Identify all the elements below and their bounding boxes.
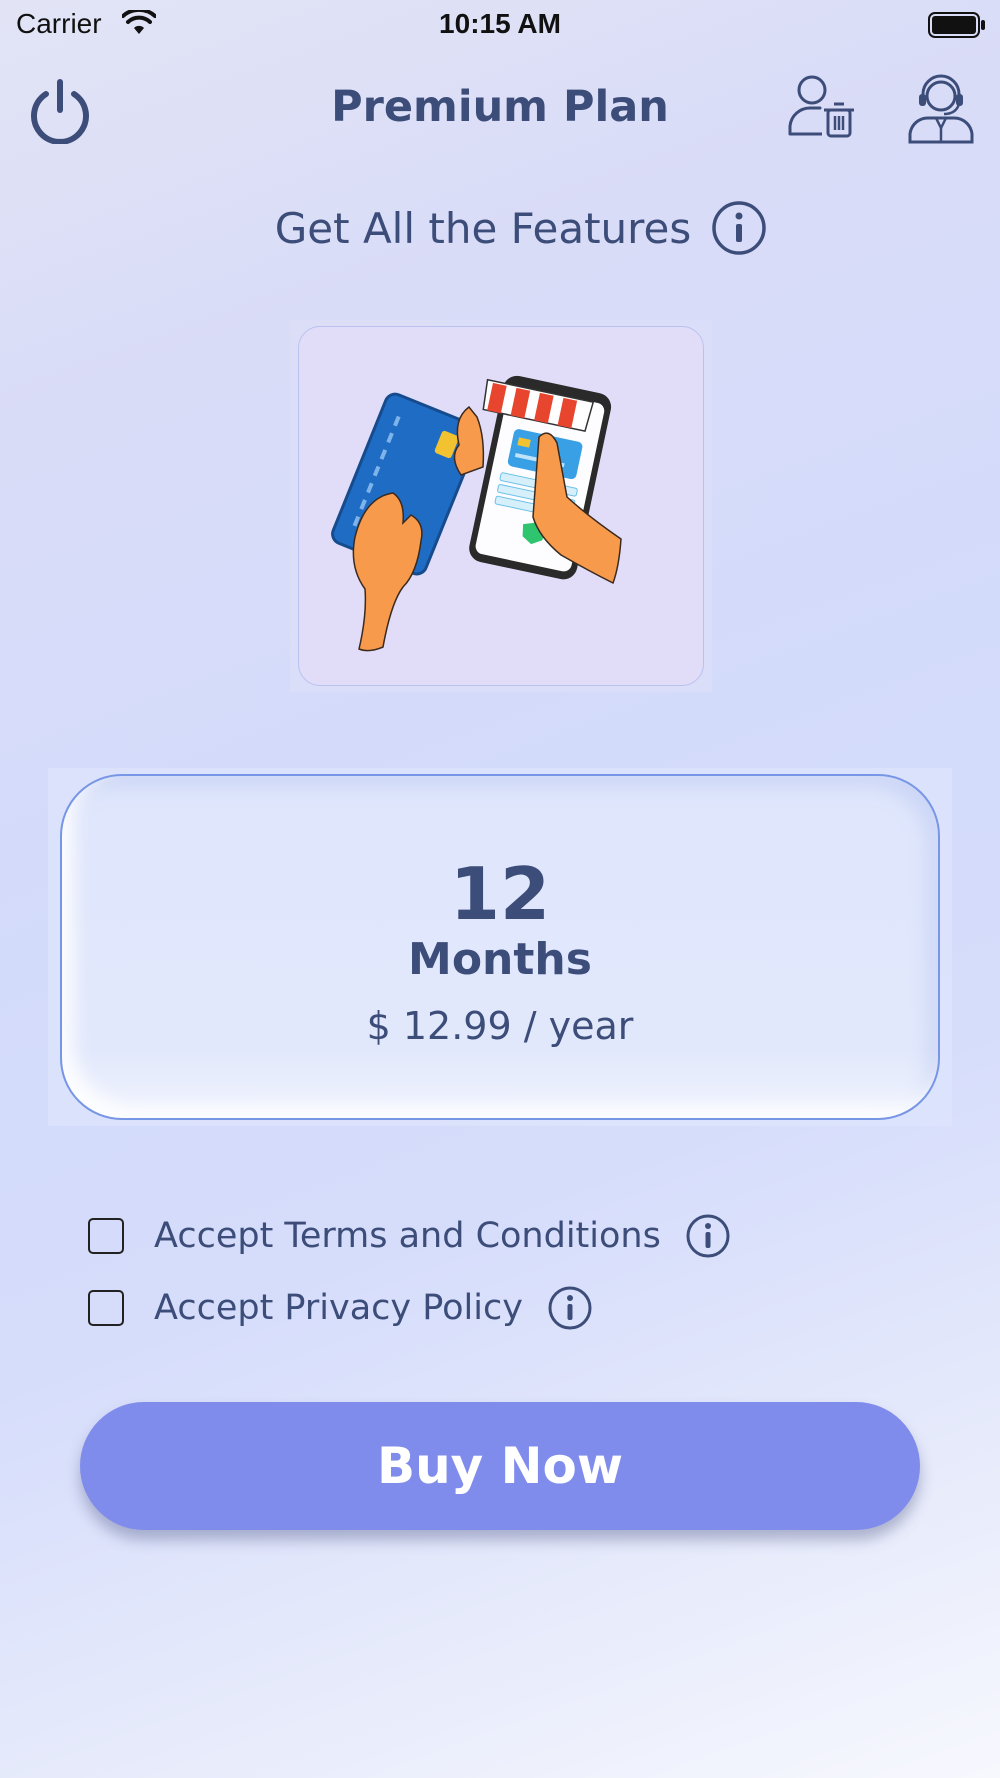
battery-icon: [928, 12, 985, 38]
features-row: Get All the Features: [0, 198, 1000, 258]
terms-info-icon[interactable]: [685, 1213, 731, 1259]
plan-price: $ 12.99 / year: [366, 1004, 634, 1048]
plan-duration: 12: [449, 852, 551, 936]
features-info-icon[interactable]: [711, 200, 767, 256]
status-time: 10:15 AM: [439, 8, 561, 39]
privacy-info-icon[interactable]: [547, 1285, 593, 1331]
terms-label[interactable]: Accept Terms and Conditions: [154, 1216, 661, 1256]
privacy-checkbox[interactable]: [88, 1290, 124, 1326]
privacy-row: Accept Privacy Policy: [88, 1284, 593, 1332]
status-bar: Carrier 10:15 AM: [0, 0, 1000, 50]
delete-account-icon[interactable]: [786, 72, 856, 142]
buy-now-button[interactable]: Buy Now: [80, 1402, 920, 1530]
privacy-label[interactable]: Accept Privacy Policy: [154, 1288, 523, 1328]
card-and-phone-payment-image: [331, 375, 622, 652]
terms-row: Accept Terms and Conditions: [88, 1212, 731, 1260]
payment-illustration: [298, 326, 704, 686]
plan-option-12-months[interactable]: 12 Months $ 12.99 / year: [60, 774, 940, 1120]
features-subtitle: Get All the Features: [274, 203, 692, 253]
terms-checkbox[interactable]: [88, 1218, 124, 1254]
plan-unit: Months: [408, 934, 592, 985]
customer-support-icon[interactable]: [906, 72, 976, 144]
